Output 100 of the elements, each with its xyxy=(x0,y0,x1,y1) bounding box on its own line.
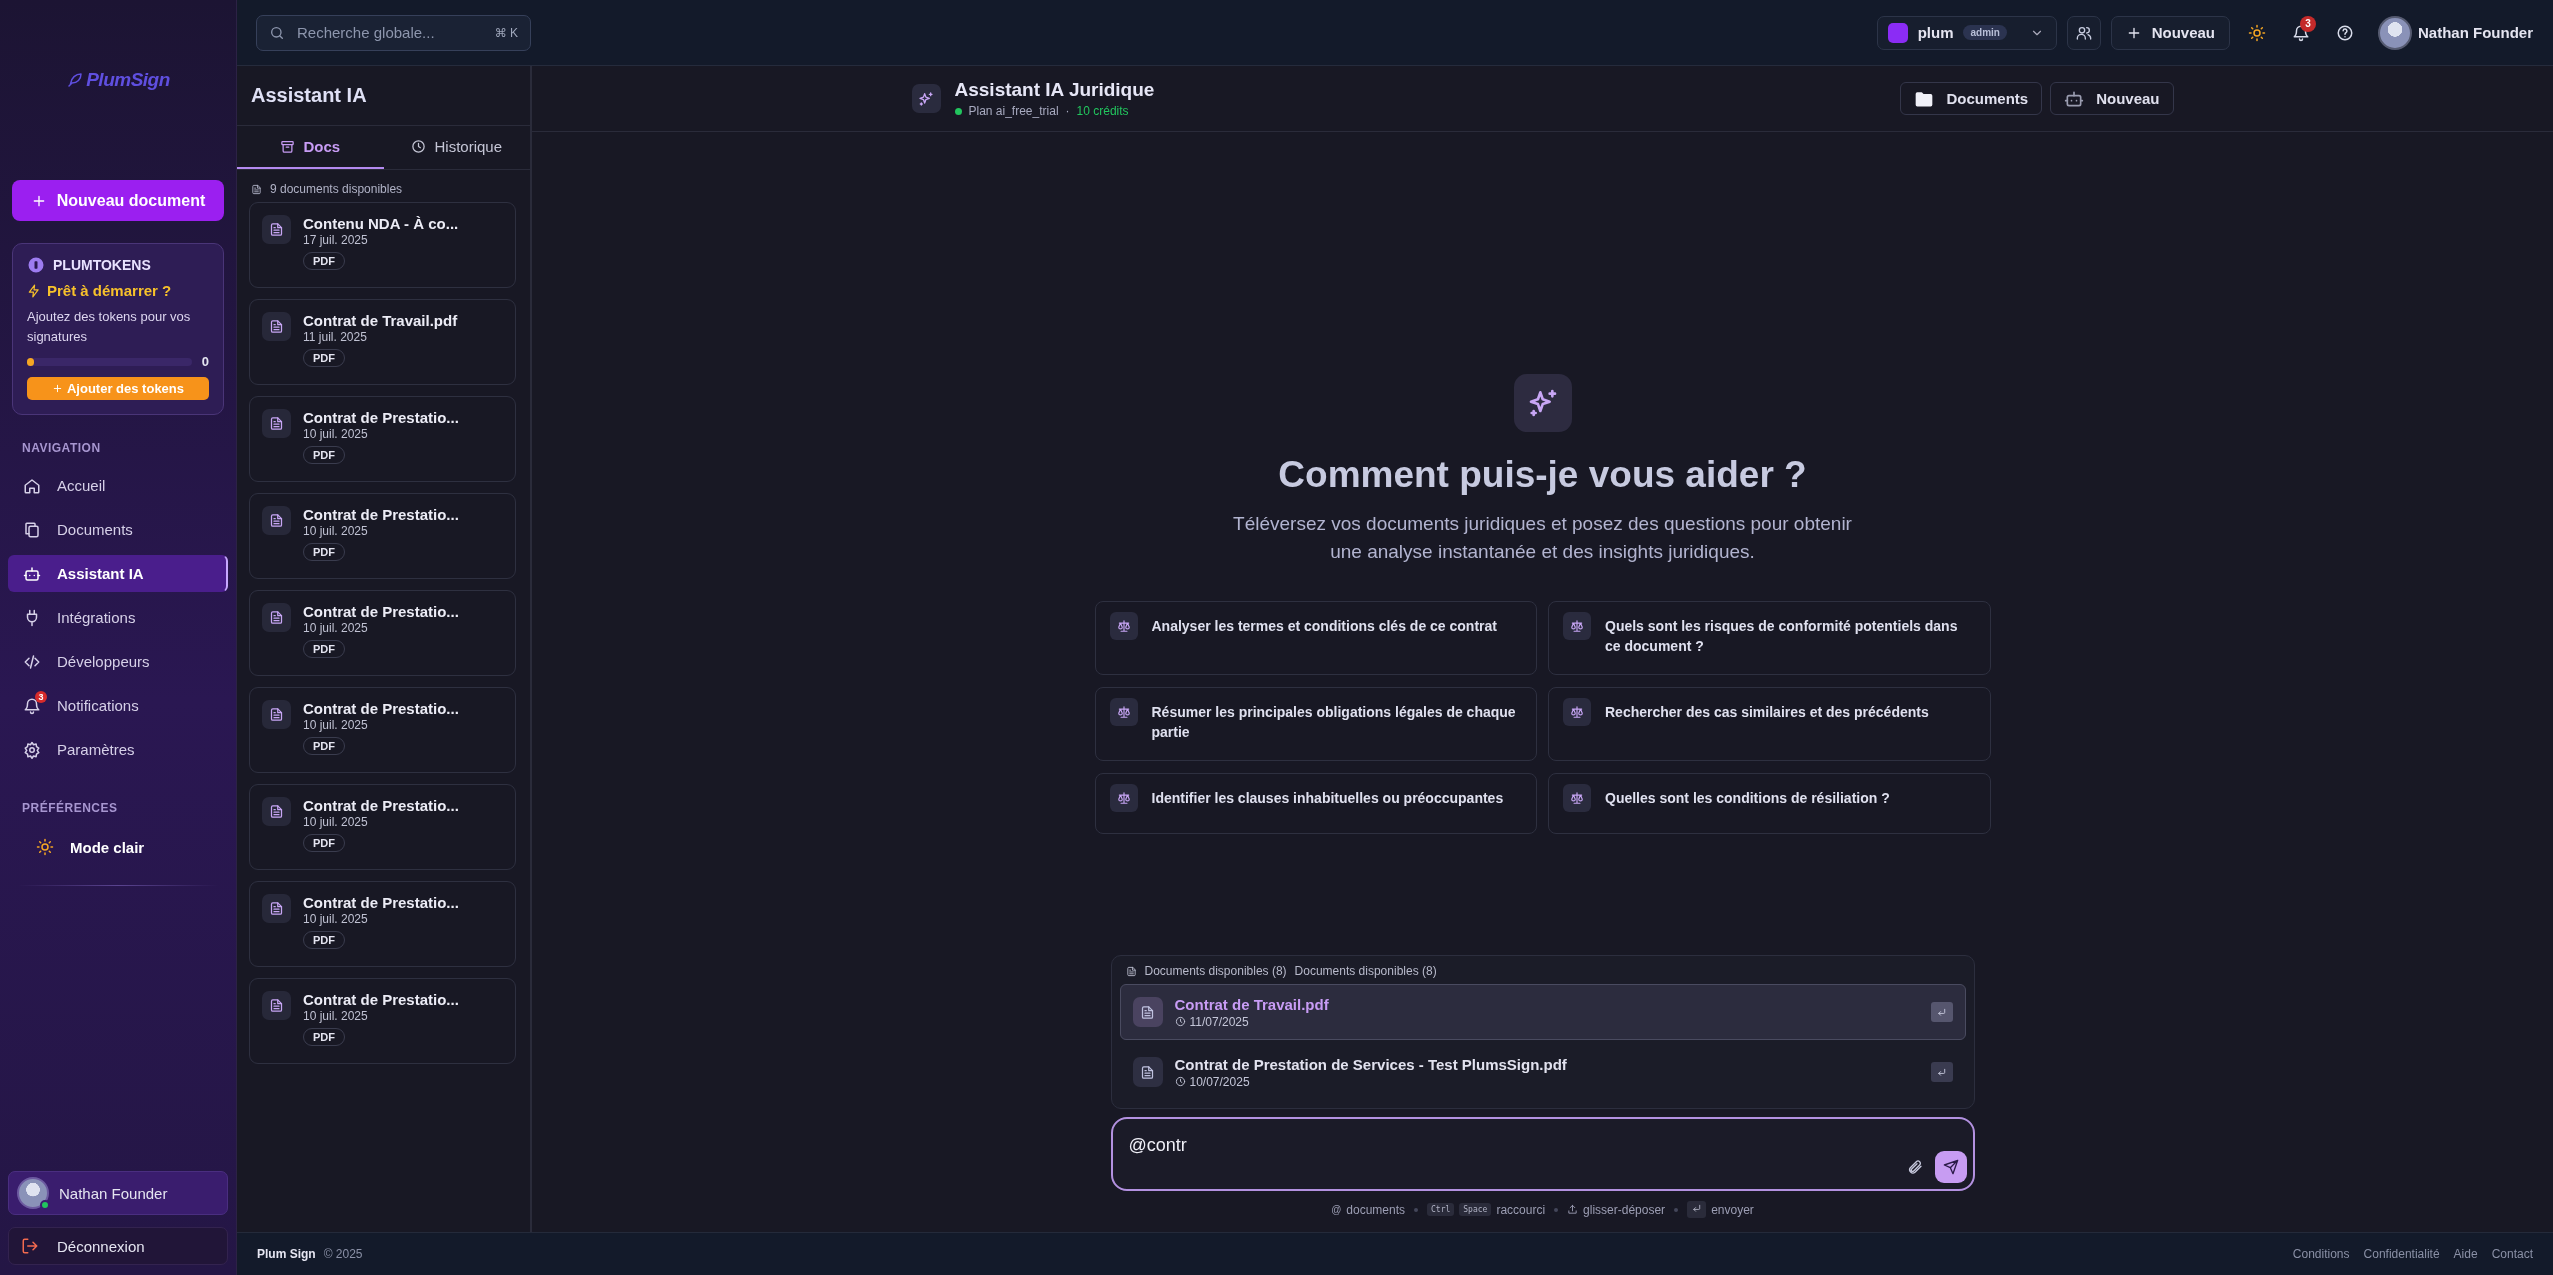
document-date: 10 juil. 2025 xyxy=(303,524,368,538)
plus-icon xyxy=(52,383,63,394)
message-input[interactable]: @contr xyxy=(1110,1117,1975,1191)
at-symbol: @ xyxy=(1331,1204,1342,1215)
clock-icon xyxy=(411,139,427,154)
footer-brand: Plum Sign xyxy=(257,1247,316,1261)
document-date: 11 juil. 2025 xyxy=(303,330,367,344)
send-button[interactable] xyxy=(1934,1151,1967,1183)
user-menu[interactable]: Nathan Founder xyxy=(2378,15,2533,50)
attach-button[interactable] xyxy=(1906,1159,1923,1175)
document-card[interactable]: Contrat de Prestatio... 10 juil. 2025 PDF xyxy=(249,590,516,676)
nav-item[interactable]: Intégrations xyxy=(8,599,228,636)
panel-tab[interactable]: Historique xyxy=(383,126,530,169)
document-card[interactable]: Contrat de Travail.pdf 11 juil. 2025 PDF xyxy=(249,299,516,385)
document-date: 10 juil. 2025 xyxy=(303,912,368,926)
document-card[interactable]: Contrat de Prestatio... 10 juil. 2025 PDF xyxy=(249,396,516,482)
document-name: Contrat de Prestatio... xyxy=(303,700,459,717)
nav-label: Développeurs xyxy=(57,653,150,670)
file-icon xyxy=(251,183,262,195)
file-icon xyxy=(269,222,284,237)
documents-button[interactable]: Documents xyxy=(1900,82,2043,115)
light-mode-toggle[interactable]: Mode clair xyxy=(8,827,228,867)
document-card[interactable]: Contenu NDA - À co... 17 juil. 2025 PDF xyxy=(249,202,516,288)
scales-icon xyxy=(1570,705,1584,720)
user-name: Nathan Founder xyxy=(59,1184,168,1202)
hint-label: envoyer xyxy=(1711,1202,1754,1217)
document-card[interactable]: Contrat de Prestatio... 10 juil. 2025 PDF xyxy=(249,978,516,1064)
suggestion-card[interactable]: Analyser les termes et conditions clés de ce contrat xyxy=(1094,601,1537,676)
users-icon xyxy=(2075,24,2092,41)
file-icon xyxy=(1140,1064,1155,1080)
settings-icon xyxy=(23,740,41,759)
footer-link[interactable]: Confidentialité xyxy=(2363,1247,2440,1261)
documents-count: 9 documents disponibles xyxy=(270,182,403,196)
nav-item[interactable]: Accueil xyxy=(8,467,228,504)
document-name: Contrat de Travail.pdf xyxy=(303,312,458,329)
suggestion-card[interactable]: Rechercher des cas similaires et des précédents xyxy=(1548,687,1991,762)
nav-item[interactable]: Assistant IA xyxy=(8,555,228,592)
sparkle-icon xyxy=(918,90,934,107)
nav-label: Intégrations xyxy=(57,609,136,626)
nav-item[interactable]: Développeurs xyxy=(8,643,228,680)
workspace-selector[interactable]: plum admin xyxy=(1876,15,2057,50)
footer-link[interactable]: Contact xyxy=(2491,1247,2533,1261)
avatar xyxy=(2378,15,2412,50)
notifications-button[interactable]: 3 xyxy=(2284,15,2318,50)
document-card[interactable]: Contrat de Prestatio... 10 juil. 2025 PDF xyxy=(249,784,516,870)
scales-icon xyxy=(1570,791,1584,806)
nav-item[interactable]: Documents xyxy=(8,511,228,548)
nav-item[interactable]: 3 Notifications xyxy=(8,687,228,724)
keyboard-shortcut: ⌘ K xyxy=(494,25,518,40)
panel-title: Assistant IA xyxy=(237,66,530,126)
document-date: 10 juil. 2025 xyxy=(303,621,368,635)
footer-link[interactable]: Conditions xyxy=(2292,1247,2350,1261)
enter-arrow-icon xyxy=(1691,1203,1703,1214)
nav-item[interactable]: Paramètres xyxy=(8,731,228,768)
new-chat-button[interactable]: Nouveau xyxy=(2050,82,2174,115)
nav-label: Documents xyxy=(57,521,133,538)
user-card[interactable]: Nathan Founder xyxy=(8,1171,228,1215)
option-name: Contrat de Travail.pdf xyxy=(1174,995,1330,1013)
new-document-button[interactable]: Nouveau document xyxy=(12,180,224,221)
document-name: Contrat de Prestatio... xyxy=(303,506,459,523)
document-card[interactable]: Contrat de Prestatio... 10 juil. 2025 PDF xyxy=(249,493,516,579)
search-field[interactable]: Recherche globale... ⌘ K xyxy=(256,14,531,51)
tokens-heading: Prêt à démarrer ? xyxy=(47,282,172,299)
file-icon xyxy=(1140,1004,1155,1020)
footer-link[interactable]: Aide xyxy=(2453,1247,2478,1261)
search-placeholder: Recherche globale... xyxy=(297,24,436,41)
file-icon xyxy=(269,416,284,431)
suggestion-card[interactable]: Quelles sont les conditions de résiliation ? xyxy=(1548,773,1991,835)
archive-icon xyxy=(280,139,296,154)
enter-arrow-icon xyxy=(1936,1006,1947,1018)
document-card[interactable]: Contrat de Prestatio... 10 juil. 2025 PDF xyxy=(249,687,516,773)
option-date: 11/07/2025 xyxy=(1189,1014,1249,1029)
panel-tab[interactable]: Docs xyxy=(237,126,384,169)
tokens-description: Ajoutez des tokens pour vos signatures xyxy=(27,308,192,346)
team-button[interactable] xyxy=(2066,15,2101,50)
robot-icon xyxy=(23,564,41,583)
logout-icon xyxy=(21,1237,39,1255)
scales-icon xyxy=(1116,619,1131,634)
hint-label: documents xyxy=(1346,1202,1406,1217)
coin-icon xyxy=(27,256,45,274)
suggestion-card[interactable]: Quels sont les risques de conformité potentiels dans ce document ? xyxy=(1548,601,1991,676)
code-icon xyxy=(23,652,41,671)
suggestion-card[interactable]: Identifier les clauses inhabituelles ou préoccupantes xyxy=(1094,773,1537,835)
avatar xyxy=(17,1177,49,1209)
hint-label: glisser-déposer xyxy=(1583,1202,1666,1217)
copyright: © 2025 xyxy=(323,1247,363,1261)
document-name: Contenu NDA - À co... xyxy=(303,215,459,232)
plan-label: Plan ai_free_trial xyxy=(968,104,1059,118)
document-card[interactable]: Contrat de Prestatio... 10 juil. 2025 PDF xyxy=(249,881,516,967)
credits-label: 10 crédits xyxy=(1076,104,1129,118)
workspace-name: plum xyxy=(1917,24,1954,41)
logout-button[interactable]: Déconnexion xyxy=(8,1227,228,1265)
document-date: 10 juil. 2025 xyxy=(303,718,368,732)
mention-option[interactable]: Contrat de Travail.pdf 11/07/2025 xyxy=(1119,984,1966,1040)
suggestion-card[interactable]: Résumer les principales obligations légales de chaque partie xyxy=(1094,687,1537,762)
workspace-logo xyxy=(1887,22,1908,43)
new-button[interactable]: Nouveau xyxy=(2110,15,2230,50)
mention-option[interactable]: Contrat de Prestation de Services - Test PlumsSign.pdf 10/07/2025 xyxy=(1119,1044,1966,1100)
upload-icon xyxy=(1567,1204,1579,1215)
enter-arrow-icon xyxy=(1936,1066,1947,1078)
